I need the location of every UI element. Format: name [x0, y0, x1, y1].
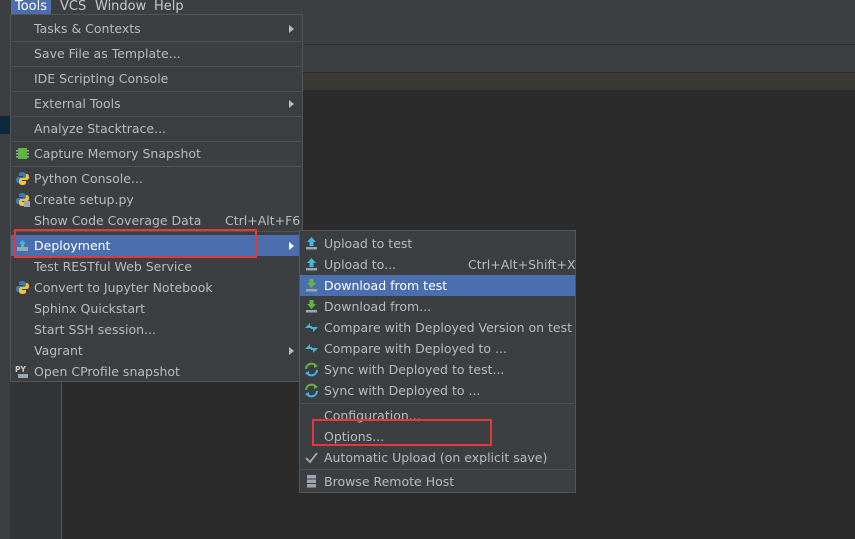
menu-separator [12, 141, 301, 142]
menu-item-test-restful[interactable]: Test RESTful Web Service [11, 256, 302, 277]
menu-item-create-setup[interactable]: Create setup.py [11, 189, 302, 210]
menu-item-sphinx[interactable]: Sphinx Quickstart [11, 298, 302, 319]
menu-separator [12, 116, 301, 117]
deployment-submenu: Upload to test Upload to... Ctrl+Alt+Shi… [299, 230, 576, 493]
annotation-box-options [312, 419, 492, 446]
menu-item-external-tools[interactable]: External Tools [11, 93, 302, 114]
sync-icon [305, 362, 318, 377]
compare-icon [305, 344, 318, 353]
svg-text:PY: PY [15, 365, 26, 374]
menu-vcs[interactable]: VCS [56, 0, 90, 14]
menu-separator [12, 91, 301, 92]
download-icon [306, 279, 317, 292]
menu-item-capture-memory[interactable]: Capture Memory Snapshot [11, 143, 302, 164]
menu-item-download-from[interactable]: Download from... [300, 296, 575, 317]
upload-icon [306, 258, 317, 271]
compare-icon [305, 323, 318, 332]
menu-item-analyze-stacktrace[interactable]: Analyze Stacktrace... [11, 118, 302, 139]
menu-help[interactable]: Help [150, 0, 188, 14]
menu-separator [301, 403, 574, 404]
menu-item-tasks-contexts[interactable]: Tasks & Contexts [11, 18, 302, 39]
menu-item-automatic-upload[interactable]: Automatic Upload (on explicit save) [300, 447, 575, 468]
menu-tools[interactable]: Tools [11, 0, 52, 14]
left-tool-strip [0, 14, 10, 539]
sync-icon [305, 383, 318, 398]
menu-bar: Tools VCS Window Help [0, 0, 855, 14]
menu-separator [12, 66, 301, 67]
menu-separator [12, 166, 301, 167]
menu-window[interactable]: Window [91, 0, 150, 14]
menu-item-sync-deployed-test[interactable]: Sync with Deployed to test... [300, 359, 575, 380]
submenu-arrow-icon [289, 25, 294, 33]
menu-item-compare-deployed-to[interactable]: Compare with Deployed to ... [300, 338, 575, 359]
main-toolbar [300, 14, 855, 45]
menu-item-sync-deployed-to[interactable]: Sync with Deployed to ... [300, 380, 575, 401]
menu-item-download-from-test[interactable]: Download from test [300, 275, 575, 296]
annotation-box-deployment [14, 229, 257, 258]
menu-item-upload-to-test[interactable]: Upload to test [300, 233, 575, 254]
menu-item-vagrant[interactable]: Vagrant [11, 340, 302, 361]
menu-item-ide-scripting[interactable]: IDE Scripting Console [11, 68, 302, 89]
menu-separator [301, 469, 574, 470]
editor-notification-strip [300, 73, 855, 90]
download-icon [306, 300, 317, 313]
menu-item-ssh-session[interactable]: Start SSH session... [11, 319, 302, 340]
project-selection-strip [0, 116, 10, 134]
tools-menu: Tasks & Contexts Save File as Template..… [10, 14, 303, 382]
menu-item-browse-remote-host[interactable]: Browse Remote Host [300, 471, 575, 492]
python-icon [16, 172, 29, 185]
jupyter-icon [16, 281, 29, 294]
memory-snapshot-icon [16, 148, 29, 159]
menu-item-python-console[interactable]: Python Console... [11, 168, 302, 189]
python-setup-icon [16, 193, 30, 207]
menu-item-compare-deployed-test[interactable]: Compare with Deployed Version on test [300, 317, 575, 338]
remote-host-icon [307, 475, 316, 488]
menu-item-save-template[interactable]: Save File as Template... [11, 43, 302, 64]
submenu-arrow-icon [289, 242, 294, 250]
menu-separator [12, 41, 301, 42]
editor-tab-bar [300, 45, 855, 73]
menu-item-cprofile[interactable]: PY Open CProfile snapshot [11, 361, 302, 382]
submenu-arrow-icon [289, 347, 294, 355]
checkmark-icon [305, 452, 318, 464]
upload-icon [306, 237, 317, 250]
menu-item-upload-to[interactable]: Upload to... Ctrl+Alt+Shift+X [300, 254, 576, 275]
submenu-arrow-icon [289, 100, 294, 108]
cprofile-icon: PY [15, 365, 28, 378]
menu-item-convert-jupyter[interactable]: Convert to Jupyter Notebook [11, 277, 302, 298]
menu-item-code-coverage[interactable]: Show Code Coverage Data Ctrl+Alt+F6 [11, 210, 302, 231]
